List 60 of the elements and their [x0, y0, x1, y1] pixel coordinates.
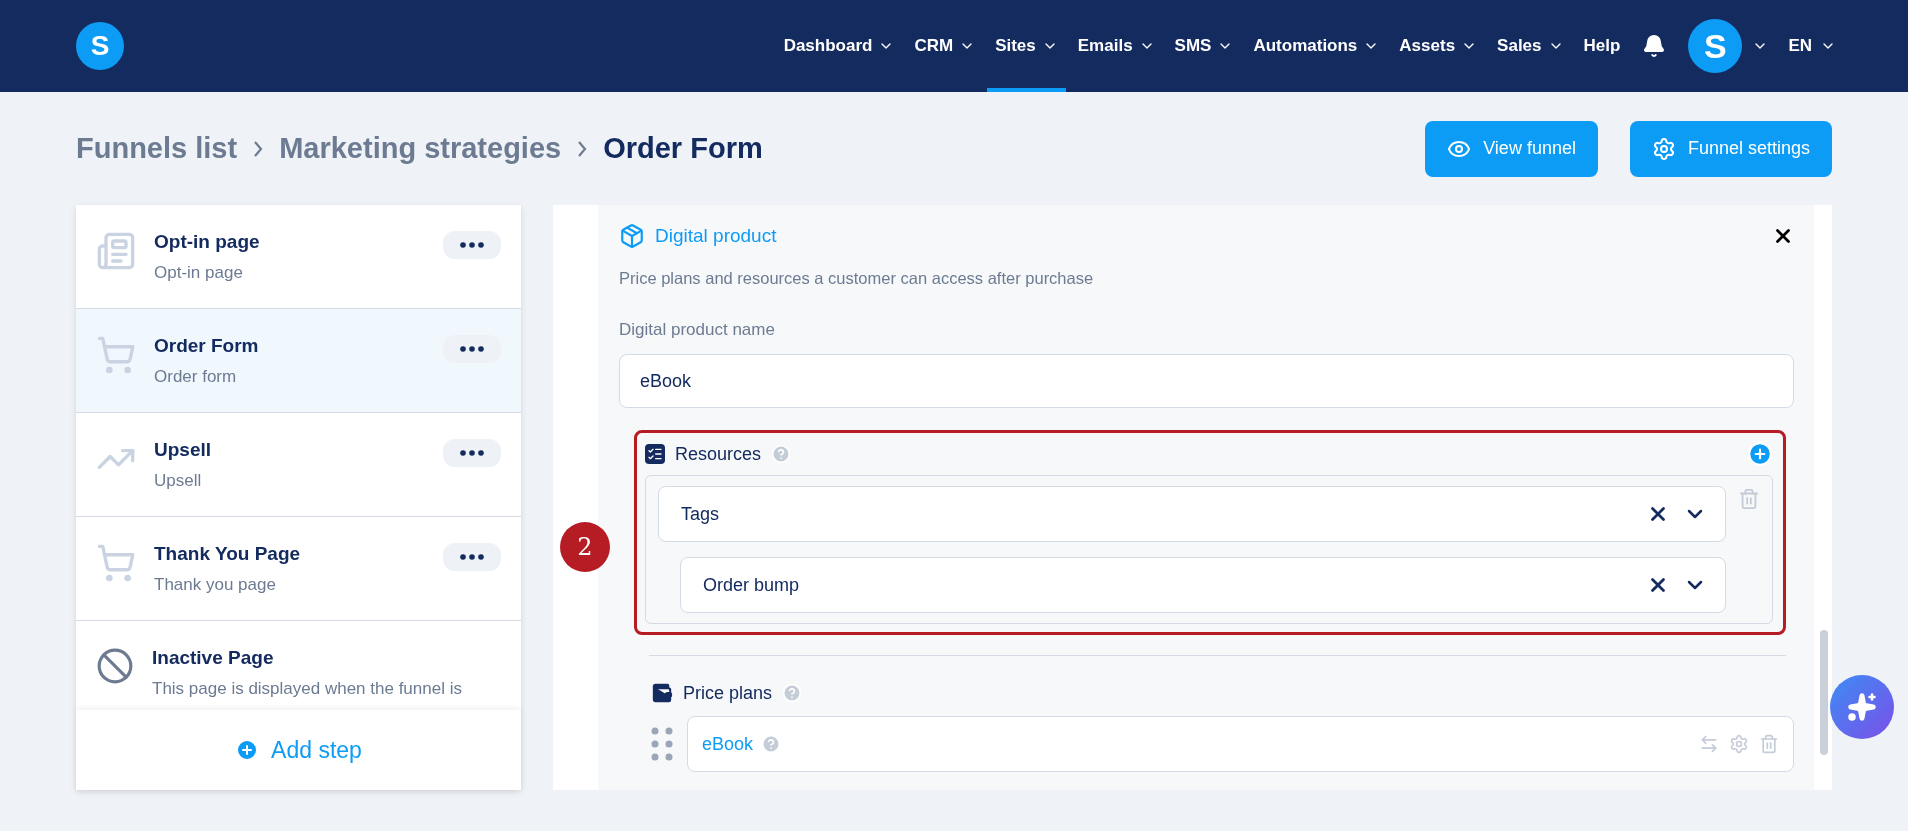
step-subtitle: Upsell: [154, 470, 203, 492]
sparkle-icon: [1847, 692, 1877, 722]
breadcrumb-link[interactable]: Marketing strategies: [279, 132, 562, 165]
more-button[interactable]: [443, 335, 501, 363]
cart-icon: [96, 543, 136, 583]
chevron-icon: [577, 140, 588, 157]
disabled-icon: [96, 647, 134, 685]
section-title: Resources: [675, 443, 762, 465]
step-number-badge: 2: [560, 522, 610, 572]
checklist-icon: [645, 444, 665, 464]
select-field[interactable]: Order bump: [680, 557, 1726, 613]
step-title: Inactive Page: [152, 647, 275, 669]
box-icon: [619, 223, 645, 249]
input-field[interactable]: eBook: [619, 354, 1794, 408]
step-subtitle: Order form: [154, 366, 238, 388]
step-item[interactable]: Inactive Page This page is displayed when the funnel is: [76, 621, 521, 710]
step-subtitle: Opt-in page: [154, 262, 244, 284]
step-item[interactable]: Order Form Order form: [76, 309, 521, 413]
field-label: Digital product name: [619, 320, 776, 340]
nav-item[interactable]: CRM: [906, 0, 984, 92]
nav-item[interactable]: Sales: [1489, 0, 1572, 92]
scrollbar-thumb[interactable]: [1820, 630, 1828, 755]
nav-item[interactable]: Dashboard: [775, 0, 903, 92]
step-title: Opt-in page: [154, 231, 261, 253]
ellipsis-icon: [460, 346, 484, 352]
nav-item[interactable]: Automations: [1245, 0, 1388, 92]
cart-icon: [96, 335, 136, 375]
breadcrumb-link[interactable]: Order Form: [603, 132, 763, 165]
add-icon[interactable]: [1747, 441, 1773, 467]
ellipsis-icon: [460, 450, 484, 456]
drag-handle-icon[interactable]: [651, 727, 673, 761]
step-title: Thank You Page: [154, 543, 302, 565]
breadcrumb-link[interactable]: Funnels list: [76, 132, 238, 165]
nav-item[interactable]: Help: [1575, 0, 1629, 92]
nav-item[interactable]: SMS: [1166, 0, 1242, 92]
step-subtitle: Thank you page: [154, 574, 277, 596]
more-button[interactable]: [443, 439, 501, 467]
step-title: Upsell: [154, 439, 213, 461]
wallet-icon: [651, 682, 673, 704]
ellipsis-icon: [460, 554, 484, 560]
step-item[interactable]: Opt-in page Opt-in page: [76, 205, 521, 309]
language-selector[interactable]: EN: [1788, 36, 1836, 56]
step-title: Order Form: [154, 335, 260, 357]
more-button[interactable]: [443, 543, 501, 571]
ellipsis-icon: [460, 242, 484, 248]
chevron-icon: [253, 140, 264, 157]
section-title: Digital product: [655, 225, 777, 247]
section-title: Price plans: [683, 682, 773, 704]
notification-icon[interactable]: [1642, 34, 1667, 58]
nav-item[interactable]: Sites: [987, 0, 1066, 92]
select-field[interactable]: Tags: [658, 486, 1726, 542]
nav-item[interactable]: Emails: [1069, 0, 1163, 92]
more-button[interactable]: [443, 231, 501, 259]
nav-item[interactable]: Assets: [1391, 0, 1486, 92]
step-item[interactable]: Thank You Page Thank you page: [76, 517, 521, 621]
settings-icon: [1651, 136, 1676, 161]
description: Price plans and resources a customer can access after purchase: [619, 269, 1095, 288]
step-subtitle: This page is displayed when the funnel is: [152, 678, 463, 700]
step-item[interactable]: Upsell Upsell: [76, 413, 521, 517]
page-icon: [96, 231, 136, 271]
